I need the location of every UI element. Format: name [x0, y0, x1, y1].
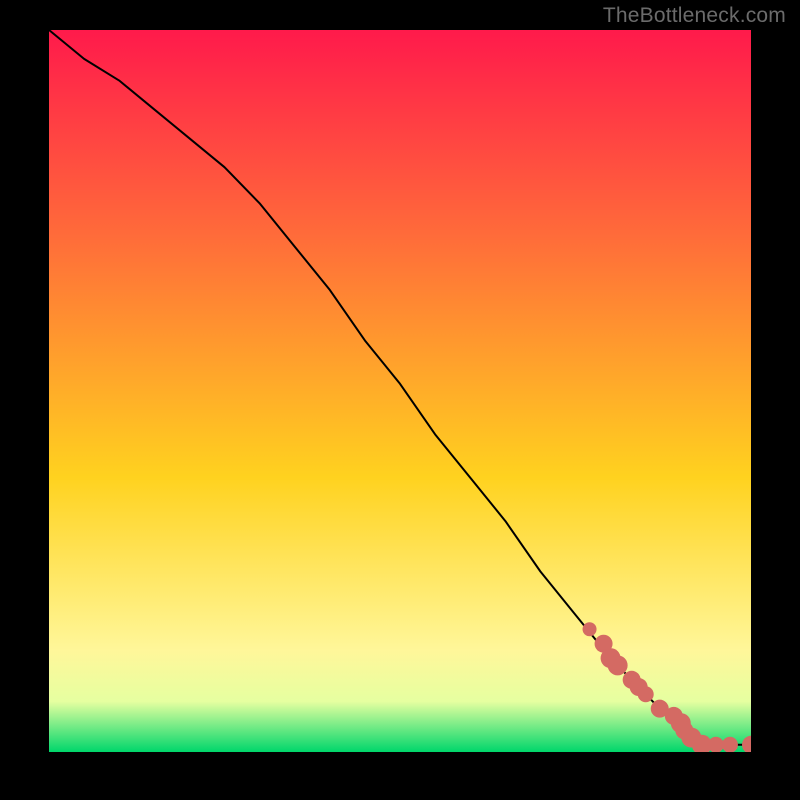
data-marker — [583, 622, 597, 636]
plot-area — [49, 30, 751, 752]
chart-stage: TheBottleneck.com — [0, 0, 800, 800]
chart-svg — [49, 30, 751, 752]
data-marker — [638, 686, 654, 702]
gradient-background — [49, 30, 751, 752]
watermark-text: TheBottleneck.com — [603, 4, 786, 28]
data-marker — [608, 655, 628, 675]
